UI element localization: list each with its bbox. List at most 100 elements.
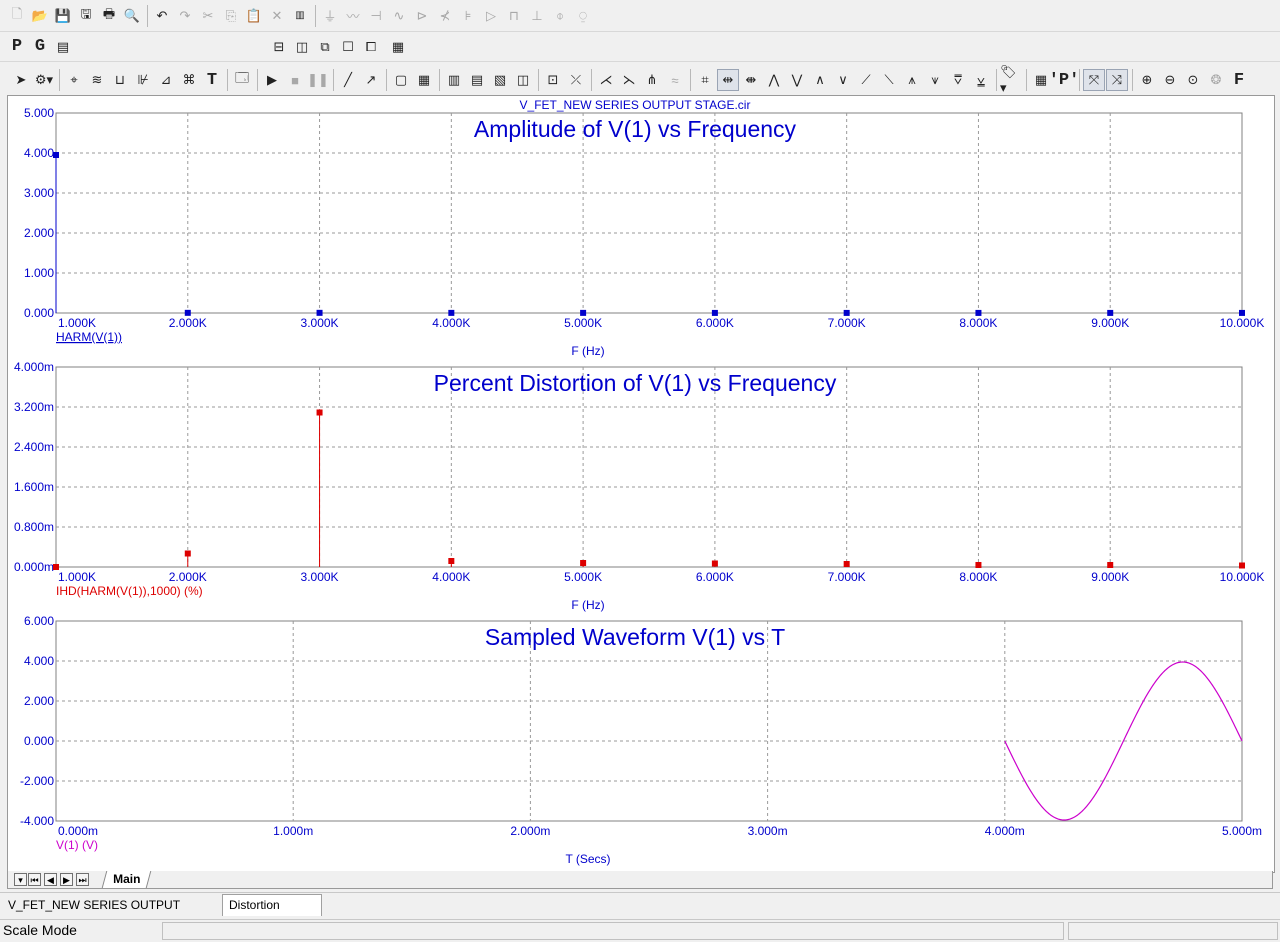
vertical-cursor-icon[interactable]: ⇼ [740,69,762,91]
open-file-icon[interactable]: 📂 [29,5,51,27]
x-axis-label: T (Secs) [565,852,610,866]
cross-icon[interactable]: ⤫ [565,69,587,91]
top-icon[interactable]: ⩢ [947,69,969,91]
print-icon[interactable]: 🖶 [98,5,120,27]
diode-icon[interactable]: ⊳ [411,5,433,27]
plot-window[interactable]: V_FET_NEW SERIES OUTPUT STAGE.cir 1.000K… [7,95,1275,873]
global-low-icon[interactable]: ⩛ [924,69,946,91]
text-tool-icon[interactable]: T [201,69,223,91]
jumper-icon[interactable]: ⊓ [503,5,525,27]
panel-icon[interactable]: ◫ [512,69,534,91]
zoom-out-icon[interactable]: ⊖ [1159,69,1181,91]
vertical-grid-icon[interactable]: ▥ [443,69,465,91]
minor-grid-icon[interactable]: ▧ [489,69,511,91]
transistor-icon[interactable]: ⊀ [434,5,456,27]
battery-icon[interactable]: ⊥ [526,5,548,27]
zoom-fit-icon[interactable]: ⊙ [1182,69,1204,91]
inflection-icon[interactable]: ⟋ [855,69,877,91]
grid-icon[interactable]: ▦ [413,69,435,91]
save-icon[interactable]: 💾 [52,5,74,27]
source-icon[interactable]: ⌽ [549,5,571,27]
copy-icon[interactable]: ⎘ [220,5,242,27]
component-dropdown-icon[interactable]: ⚙▾ [33,69,55,91]
probe-p-button[interactable]: P [6,36,28,58]
probe-g-button[interactable]: G [29,36,51,58]
cursor-pair-icon[interactable]: ⋔ [641,69,663,91]
x-scale-icon[interactable]: ⤧ [1083,69,1105,91]
paste-icon[interactable]: 📋 [243,5,265,27]
cut-icon[interactable]: ✂ [197,5,219,27]
peak-cursor-icon[interactable]: ⋀ [763,69,785,91]
ground-icon[interactable]: ⏚ [319,5,341,27]
peak-icon[interactable]: ⌘ [178,69,200,91]
toolbar-separator [59,69,60,91]
bracket-icon[interactable]: ⊔ [109,69,131,91]
sheet-tab-label: Main [113,872,141,886]
inductor-icon[interactable]: ∿ [388,5,410,27]
pause-icon[interactable]: ❚❚ [307,69,329,91]
wave-cursor-icon[interactable]: ≈ [664,69,686,91]
last-sheet-icon[interactable]: ⏭ [76,873,89,886]
grid-toggle-icon[interactable]: ▤ [52,36,74,58]
toolbar-separator [1132,69,1133,91]
cursor-left-icon[interactable]: ⋌ [595,69,617,91]
tab-circuit-file[interactable]: V_FET_NEW SERIES OUTPUT STAGE.cir [2,895,222,932]
pan-icon[interactable]: ❂ [1205,69,1227,91]
horizontal-cursor-icon[interactable]: ⇹ [717,69,739,91]
high-cursor-icon[interactable]: ∧ [809,69,831,91]
mosfet-icon[interactable]: ⊧ [457,5,479,27]
data-point-icon[interactable]: ⌗ [694,69,716,91]
y-scale-icon[interactable]: ⤨ [1106,69,1128,91]
save-all-icon[interactable]: 🖫 [75,5,97,27]
global-high-icon[interactable]: ⩚ [901,69,923,91]
plot-properties-icon[interactable]: ⌖ [63,69,85,91]
cursor-right-icon[interactable]: ⋋ [618,69,640,91]
first-sheet-icon[interactable]: ⏮ [28,873,41,886]
waveform-icon[interactable]: ≋ [86,69,108,91]
undo-icon[interactable]: ↶ [151,5,173,27]
delete-icon[interactable]: ✕ [266,5,288,27]
plot-canvas[interactable]: V_FET_NEW SERIES OUTPUT STAGE.cir 1.000K… [8,96,1274,872]
properties-icon[interactable]: 🗔 [231,69,253,91]
new-file-icon[interactable]: 🗋 [6,5,28,27]
print-preview-icon[interactable]: 🔍 [121,5,143,27]
valley-cursor-icon[interactable]: ⋁ [786,69,808,91]
sheet-menu-icon[interactable]: ▾ [14,873,27,886]
diagonal-icon[interactable]: ⊿ [155,69,177,91]
run-icon[interactable]: ▶ [261,69,283,91]
horizontal-grid-icon[interactable]: ▤ [466,69,488,91]
y-tick-label: 4.000 [24,654,54,668]
scale-icon[interactable]: ⊮ [132,69,154,91]
slope-icon[interactable]: ⟍ [878,69,900,91]
restore-window-icon[interactable]: ⧠ [360,36,382,58]
baseline-icon[interactable]: ⊡ [542,69,564,91]
redo-icon[interactable]: ↷ [174,5,196,27]
resistor-icon[interactable]: 〰 [342,5,364,27]
calculator-icon[interactable]: ▦ [387,36,409,58]
opamp-icon[interactable]: ▷ [480,5,502,27]
cascade-icon[interactable]: ⧉ [314,36,336,58]
performance-p-icon[interactable]: 'P' [1049,69,1080,91]
stop-icon[interactable]: ■ [284,69,306,91]
frame-icon[interactable]: ▢ [390,69,412,91]
tile-vertical-icon[interactable]: ◫ [291,36,313,58]
tile-horizontal-icon[interactable]: ⊟ [268,36,290,58]
prev-sheet-icon[interactable]: ◀ [44,873,57,886]
arrow-line-icon[interactable]: ↗ [360,69,382,91]
zoom-in-icon[interactable]: ⊕ [1136,69,1158,91]
sheet-tab-main[interactable]: Main [101,871,152,888]
low-cursor-icon[interactable]: ∨ [832,69,854,91]
capacitor-icon[interactable]: ⊣ [365,5,387,27]
font-f-icon[interactable]: F [1228,69,1250,91]
tab-distortion-analysis[interactable]: Distortion Analysis [222,894,322,932]
bottom-icon[interactable]: ⩣ [970,69,992,91]
line-icon[interactable]: ╱ [337,69,359,91]
maximize-window-icon[interactable]: ☐ [337,36,359,58]
x-tick-label: 4.000K [432,570,470,584]
sine-source-icon[interactable]: ⍜ [572,5,594,27]
next-sheet-icon[interactable]: ▶ [60,873,73,886]
label-dropdown-icon[interactable]: 🏷▾ [1000,64,1022,95]
barcode-icon[interactable]: ▥ [289,5,311,27]
select-arrow-icon[interactable]: ➤ [10,69,32,91]
document-tabs: V_FET_NEW SERIES OUTPUT STAGE.cir Distor… [0,892,1280,932]
